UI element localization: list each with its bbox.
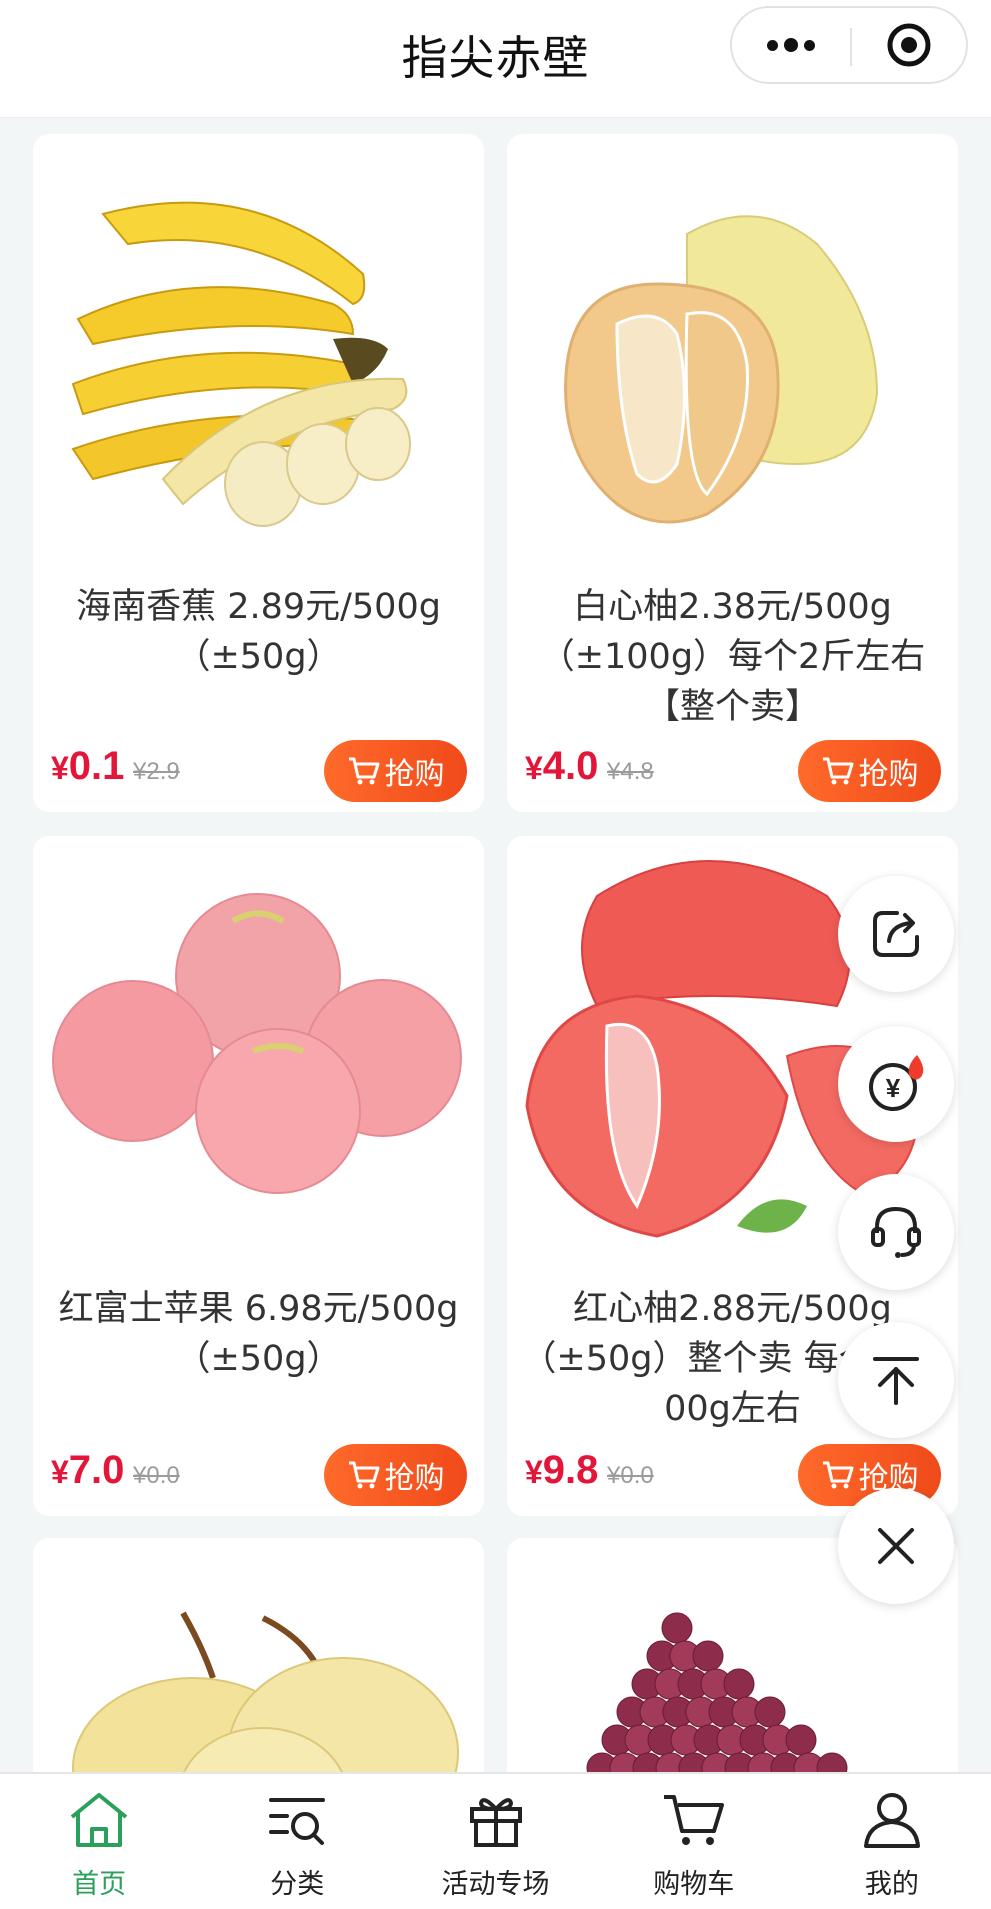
yen-coin-icon: ¥	[869, 1055, 924, 1111]
home-icon	[70, 1793, 128, 1847]
tab-home[interactable]: 首页	[0, 1774, 198, 1909]
product-name[interactable]: 红富士苹果 6.98元/500g（±50g）	[47, 1284, 470, 1384]
product-image-apples[interactable]	[33, 836, 484, 1276]
product-name[interactable]: 海南香蕉 2.89元/500g（±50g）	[47, 582, 470, 682]
close-mini-program-button[interactable]	[852, 8, 966, 82]
bottom-tab-bar: 首页 分类 活动专场 购物车 我的	[0, 1772, 991, 1909]
buy-label: 抢购	[858, 757, 919, 792]
navigation-bar: 指尖赤壁	[0, 0, 991, 118]
price-value: 9.8	[542, 1448, 599, 1492]
buy-label: 抢购	[384, 757, 445, 792]
more-dot-icon	[767, 39, 778, 51]
original-price: ¥4.8	[607, 758, 654, 785]
tab-label: 我的	[864, 1869, 919, 1900]
back-to-top-button[interactable]	[838, 1322, 954, 1438]
tab-activities[interactable]: 活动专场	[396, 1774, 594, 1909]
back-to-top-icon	[873, 1357, 919, 1405]
product-image-white-pomelo[interactable]	[507, 134, 958, 574]
product-image-banana[interactable]	[33, 134, 484, 574]
cart-icon	[663, 1795, 724, 1845]
price-value: 0.1	[68, 744, 125, 788]
tab-mine[interactable]: 我的	[793, 1774, 991, 1909]
price-value: 7.0	[68, 1448, 125, 1492]
cart-icon	[822, 1461, 853, 1489]
tab-category[interactable]: 分类	[198, 1774, 396, 1909]
close-icon	[878, 1528, 914, 1564]
grape-berry	[785, 1724, 817, 1756]
more-dot-icon	[804, 39, 815, 51]
tab-label: 购物车	[653, 1869, 735, 1900]
target-icon	[887, 23, 931, 67]
more-menu-button[interactable]	[732, 8, 850, 82]
buy-now-button[interactable]: 抢购	[798, 740, 941, 802]
product-card[interactable]: 白心柚2.38元/500g（±100g）每个2斤左右 【整个卖】 ¥4.0 ¥4…	[507, 134, 958, 812]
share-icon	[873, 911, 919, 957]
grape-berry	[692, 1640, 724, 1672]
close-floating-menu-button[interactable]	[838, 1488, 954, 1604]
currency-symbol: ¥	[51, 1454, 69, 1490]
product-card[interactable]: 海南香蕉 2.89元/500g（±50g） ¥0.1 ¥2.9 抢购	[33, 134, 484, 812]
product-price: ¥0.1	[51, 744, 124, 789]
mini-program-capsule	[730, 6, 968, 84]
original-price: ¥0.0	[133, 1462, 180, 1489]
price-value: 4.0	[542, 744, 599, 788]
product-price: ¥7.0	[51, 1448, 124, 1493]
cart-icon	[348, 757, 379, 785]
buy-label: 抢购	[384, 1461, 445, 1496]
product-card[interactable]: 红富士苹果 6.98元/500g（±50g） ¥7.0 ¥0.0 抢购	[33, 836, 484, 1516]
customer-service-button[interactable]	[838, 1174, 954, 1290]
coupon-button[interactable]: ¥	[838, 1026, 954, 1142]
product-price: ¥9.8	[525, 1448, 598, 1493]
grape-berry	[661, 1612, 693, 1644]
buy-now-button[interactable]: 抢购	[324, 740, 467, 802]
tab-cart[interactable]: 购物车	[595, 1774, 793, 1909]
svg-text:¥: ¥	[886, 1073, 901, 1103]
original-price: ¥2.9	[133, 758, 180, 785]
cart-icon	[822, 757, 853, 785]
currency-symbol: ¥	[51, 750, 69, 786]
product-price: ¥4.0	[525, 744, 598, 789]
more-dot-icon	[784, 38, 798, 52]
tab-label: 活动专场	[441, 1869, 550, 1900]
currency-symbol: ¥	[525, 750, 543, 786]
page: 指尖赤壁 海南香蕉 2.89元/500g（±50g） ¥0.1 ¥2.9 抢购 …	[0, 0, 991, 1909]
currency-symbol: ¥	[525, 1454, 543, 1490]
user-icon	[863, 1793, 920, 1848]
share-button[interactable]	[838, 876, 954, 992]
category-search-icon	[269, 1798, 326, 1845]
original-price: ¥0.0	[607, 1462, 654, 1489]
gift-icon	[469, 1798, 522, 1847]
grape-berry	[754, 1696, 786, 1728]
buy-now-button[interactable]: 抢购	[324, 1444, 467, 1506]
cart-icon	[348, 1461, 379, 1489]
product-name[interactable]: 白心柚2.38元/500g（±100g）每个2斤左右 【整个卖】	[521, 582, 944, 732]
tab-label: 首页	[72, 1869, 127, 1900]
grape-berry	[723, 1668, 755, 1700]
customer-service-icon	[871, 1206, 921, 1258]
tab-label: 分类	[270, 1869, 325, 1900]
